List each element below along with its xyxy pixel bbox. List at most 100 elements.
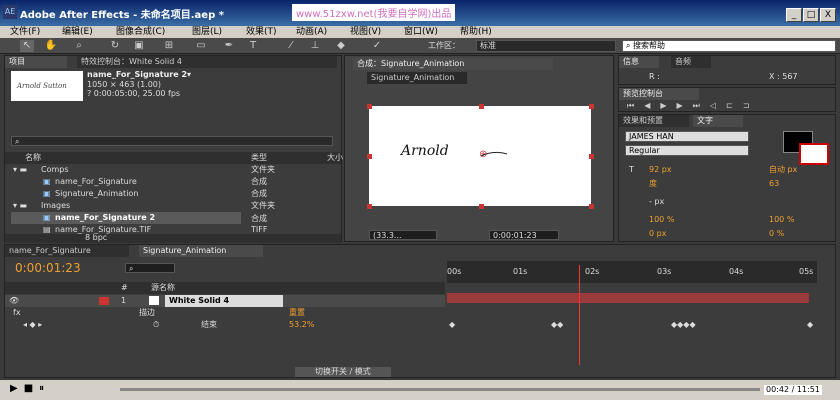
vertical-scale-value[interactable]: 100 % (649, 215, 674, 225)
pan-behind-tool-icon[interactable]: ⊞ (162, 40, 176, 52)
ruler-tick: 03s (657, 267, 672, 276)
project-search-input[interactable]: ⌕ (11, 136, 333, 146)
selection-tool-icon[interactable]: ↖ (20, 40, 34, 52)
selection-handle[interactable] (367, 104, 372, 109)
col-type[interactable]: 类型 (251, 153, 267, 163)
menu-view[interactable]: 视图(V) (350, 26, 381, 38)
minimize-button[interactable]: _ (786, 8, 802, 22)
list-item[interactable]: ▾ ▬ Comps 文件夹 (11, 164, 345, 176)
timeline-timecode[interactable]: 0:00:01:23 (15, 261, 81, 275)
comp-timecode[interactable]: 0:00:01:23 (489, 230, 559, 240)
tracking-value[interactable]: 63 (769, 179, 779, 189)
list-item[interactable]: ▣ Signature_Animation 合成 (11, 188, 345, 200)
tab-composition-sub[interactable]: Signature_Animation (367, 72, 467, 84)
horizontal-scale-value[interactable]: 100 % (769, 215, 794, 225)
stopwatch-icon[interactable]: ⏱ (153, 319, 159, 331)
composition-icon: ▣ (43, 189, 51, 198)
menu-effect[interactable]: 效果(T) (246, 26, 277, 38)
tab-text[interactable]: 文字 (693, 115, 743, 127)
keyframe-icon[interactable]: ◆◆ (551, 321, 563, 329)
maximize-button[interactable]: □ (803, 8, 819, 22)
camera-tool-icon[interactable]: ▣ (132, 40, 146, 52)
keyframe-icon[interactable]: ◆◆◆◆ (671, 321, 696, 329)
font-size-value[interactable]: 92 px (649, 165, 672, 175)
tab-effects-presets[interactable]: 效果和预置 (619, 115, 689, 127)
font-select[interactable]: JAMES HAN (625, 131, 749, 142)
visibility-eye-icon[interactable]: 👁 (9, 295, 19, 307)
menu-help[interactable]: 帮助(H) (460, 26, 492, 38)
keyframe-nav-icon[interactable]: ◂ ◆ ▸ (23, 319, 42, 331)
zoom-select[interactable]: (33.3... (369, 230, 437, 240)
tab-audio[interactable]: 音频 (671, 56, 711, 68)
menu-edit[interactable]: 编辑(E) (62, 26, 93, 38)
zoom-tool-icon[interactable]: ⌕ (72, 40, 86, 52)
brush-tool-icon[interactable]: ⁄ (284, 40, 298, 52)
bpc-label[interactable]: 8 bpc (85, 233, 107, 243)
menu-layer[interactable]: 图层(L) (192, 26, 222, 38)
kerning-value[interactable]: 度 (649, 179, 657, 189)
keyframe-icon[interactable]: ◆ (807, 321, 813, 329)
playback-controls[interactable]: ⏮◀▶▶⏭◁⊏⊐ (627, 101, 759, 111)
workspace-select[interactable]: 标准 (476, 40, 616, 52)
selection-handle[interactable] (589, 204, 594, 209)
tab-timeline-2[interactable]: Signature_Animation (139, 245, 263, 257)
tab-preview[interactable]: 预览控制台 (619, 88, 699, 100)
stroke-width-value[interactable]: - px (649, 197, 664, 207)
list-item-selected[interactable]: ▣ name_For_Signature 2 (11, 212, 241, 224)
selection-handle[interactable] (589, 104, 594, 109)
menu-window[interactable]: 窗口(W) (404, 26, 438, 38)
rotate-tool-icon[interactable]: ↻ (108, 40, 122, 52)
project-column-header: 名称 类型 大小 (5, 152, 343, 164)
layer-duration-bar[interactable] (447, 293, 809, 303)
selection-handle[interactable] (479, 204, 484, 209)
close-button[interactable]: X (820, 8, 836, 22)
menu-file[interactable]: 文件(F) (10, 26, 40, 38)
menu-composition[interactable]: 图像合成(C) (116, 26, 165, 38)
table-row[interactable]: fx 描边 重置 (5, 307, 445, 319)
leading-value[interactable]: 自动 px (769, 165, 797, 175)
pen-tool-icon[interactable]: ✒ (222, 40, 236, 52)
list-item[interactable]: ▣ name_For_Signature 合成 (11, 176, 345, 188)
effect-reset[interactable]: 重置 (289, 307, 305, 319)
puppet-tool-icon[interactable]: ✓ (370, 40, 384, 52)
switches-modes-toggle[interactable]: 切换开关 / 模式 (295, 367, 391, 377)
hand-tool-icon[interactable]: ✋ (44, 40, 58, 52)
progress-track[interactable] (120, 388, 760, 391)
list-item[interactable]: ▾ ▬ Images 文件夹 (11, 200, 345, 212)
tab-composition[interactable]: 合成：Signature_Animation (353, 58, 553, 70)
timeline-search-input[interactable]: ⌕ (125, 263, 175, 273)
selection-handle[interactable] (589, 154, 594, 159)
col-size[interactable]: 大小 (327, 153, 343, 163)
tsume-value[interactable]: 0 % (769, 229, 784, 239)
col-name[interactable]: 名称 (25, 153, 41, 163)
eraser-tool-icon[interactable]: ◆ (334, 40, 348, 52)
tab-timeline-1[interactable]: name_For_Signature (5, 245, 129, 257)
clone-stamp-tool-icon[interactable]: ⊥ (308, 40, 322, 52)
baseline-shift-value[interactable]: 0 px (649, 229, 666, 239)
style-select[interactable]: Regular (625, 145, 749, 156)
selection-handle[interactable] (367, 204, 372, 209)
rectangle-tool-icon[interactable]: ▭ (194, 40, 208, 52)
playhead[interactable] (579, 265, 580, 365)
layer-name[interactable]: White Solid 4 (165, 295, 283, 307)
layer-label-color[interactable] (99, 297, 109, 305)
property-value[interactable]: 53.2% (289, 319, 314, 331)
stroke-color-swatch[interactable] (799, 143, 829, 165)
keyframe-icon[interactable]: ◆ (449, 321, 455, 329)
selection-handle[interactable] (479, 104, 484, 109)
search-help-input[interactable]: ⌕ 搜索帮助 (622, 40, 836, 52)
tab-project[interactable]: 项目 (5, 56, 67, 68)
composition-canvas[interactable]: Arnold ⊕ (369, 106, 591, 206)
table-row[interactable]: 👁 1 White Solid 4 (5, 295, 445, 307)
tab-info[interactable]: 信息 (619, 56, 659, 68)
menu-animation[interactable]: 动画(A) (296, 26, 327, 38)
player-controls[interactable]: ▶■⏸ (10, 384, 50, 394)
effect-name: 描边 (139, 308, 155, 317)
time-ruler[interactable]: 00s 01s 02s 03s 04s 05s (447, 261, 817, 283)
tab-effect-controls[interactable]: 特效控制台：White Solid 4 (77, 56, 337, 68)
table-row[interactable]: ◂ ◆ ▸ ⏱ 结束 53.2% (5, 319, 445, 331)
text-tool-icon[interactable]: T (246, 40, 260, 52)
tools-toolbar: ↖ ✋ ⌕ ↻ ▣ ⊞ ▭ ✒ T ⁄ ⊥ ◆ ✓ 工作区： 标准 ⌕ 搜索帮助 (0, 38, 840, 54)
selection-handle[interactable] (367, 154, 372, 159)
watermark: www.51zxw.net(我要自学网)出品 (292, 4, 456, 21)
